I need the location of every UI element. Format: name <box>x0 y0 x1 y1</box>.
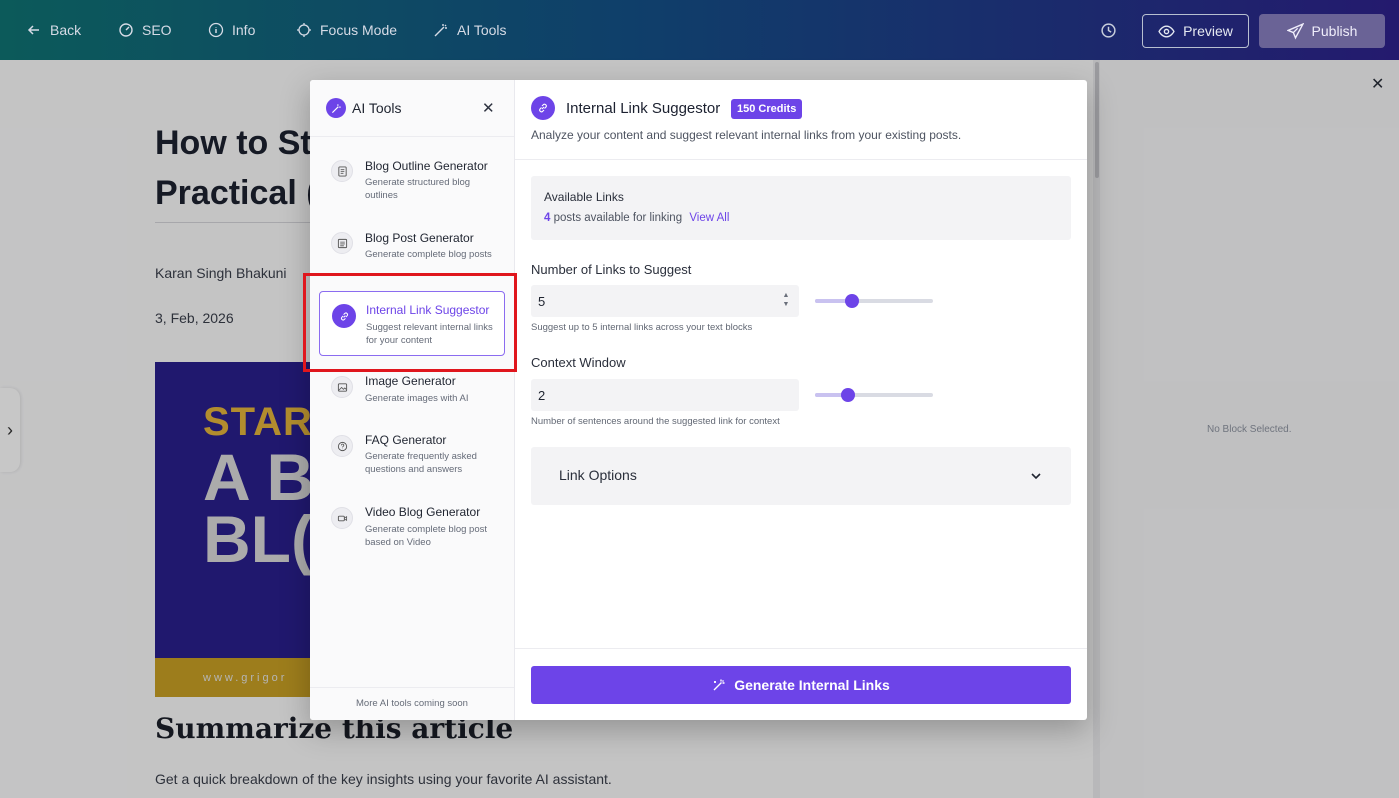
ai-tools-modal: AI Tools ✕ Blog Outline Generator Genera… <box>310 80 1087 720</box>
num-links-helper: Suggest up to 5 internal links across yo… <box>531 322 753 333</box>
publish-button[interactable]: Publish <box>1259 14 1385 48</box>
top-toolbar: Back SEO Info Focus Mode AI Tools Previe… <box>0 0 1399 60</box>
magic-wand-icon <box>713 679 725 691</box>
ai-tools-sidebar: AI Tools ✕ Blog Outline Generator Genera… <box>310 80 515 720</box>
tool-name: Video Blog Generator <box>365 505 481 519</box>
link-options-label: Link Options <box>559 467 637 483</box>
tool-title: Internal Link Suggestor <box>566 100 721 117</box>
credits-badge: 150 Credits <box>731 99 803 119</box>
tool-description: Generate structured blog outlines <box>365 177 471 201</box>
selection-highlight-box <box>303 273 517 372</box>
preview-button[interactable]: Preview <box>1142 14 1249 48</box>
document-icon <box>331 160 353 182</box>
generate-label: Generate Internal Links <box>734 677 890 693</box>
seo-button[interactable]: SEO <box>118 0 172 60</box>
tool-subtitle: Analyze your content and suggest relevan… <box>531 128 962 142</box>
generate-internal-links-button[interactable]: Generate Internal Links <box>531 666 1071 704</box>
tool-description: Generate images with AI <box>365 393 469 404</box>
image-icon <box>331 376 353 398</box>
list-icon <box>331 232 353 254</box>
info-icon <box>208 22 224 38</box>
sidebar-footer: More AI tools coming soon <box>310 687 514 720</box>
focus-mode-button[interactable]: Focus Mode <box>296 0 397 60</box>
num-links-input[interactable] <box>531 285 799 317</box>
tool-panel: Internal Link Suggestor 150 Credits Anal… <box>515 80 1087 720</box>
available-links-card: Available Links 4 posts available for li… <box>531 176 1071 240</box>
ai-tools-label: AI Tools <box>457 22 507 38</box>
context-window-slider[interactable] <box>815 388 933 402</box>
arrow-left-icon <box>27 25 39 35</box>
question-icon <box>331 435 353 457</box>
tool-description: Generate frequently asked questions and … <box>365 451 477 475</box>
tool-description: Generate complete blog post based on Vid… <box>365 524 487 548</box>
back-label: Back <box>50 22 82 38</box>
available-links-text: posts available for linking <box>553 212 683 224</box>
stepper-arrows-icon[interactable]: ▲ ▼ <box>781 291 791 311</box>
available-links-count: 4 <box>544 212 551 224</box>
tool-name: Blog Post Generator <box>365 231 474 245</box>
info-button[interactable]: Info <box>208 0 255 60</box>
publish-label: Publish <box>1311 23 1358 39</box>
tool-blog-outline-generator[interactable]: Blog Outline Generator Generate structur… <box>319 148 505 210</box>
available-links-title: Available Links <box>544 190 624 204</box>
tool-footer: Generate Internal Links <box>515 648 1087 720</box>
magic-wand-icon <box>434 24 447 37</box>
link-icon <box>531 96 555 120</box>
link-options-accordion[interactable]: Link Options <box>531 447 1071 505</box>
tool-description: Generate complete blog posts <box>365 249 492 260</box>
send-icon <box>1286 22 1304 40</box>
tool-name: Blog Outline Generator <box>365 159 488 173</box>
gauge-icon <box>119 23 133 37</box>
history-icon[interactable] <box>1100 22 1117 39</box>
tool-video-blog-generator[interactable]: Video Blog Generator Generate complete b… <box>319 495 505 557</box>
slider-thumb[interactable] <box>841 388 856 402</box>
focus-icon <box>297 23 311 37</box>
context-window-label: Context Window <box>531 355 626 370</box>
seo-label: SEO <box>142 22 172 38</box>
back-button[interactable]: Back <box>26 0 81 60</box>
sidebar-header: AI Tools ✕ <box>310 80 514 137</box>
slider-thumb[interactable] <box>844 294 859 308</box>
available-links-summary: 4 posts available for linking View All <box>544 212 729 224</box>
num-links-slider[interactable] <box>815 294 933 308</box>
tool-faq-generator[interactable]: FAQ Generator Generate frequently asked … <box>319 423 505 485</box>
modal-close-icon[interactable]: ✕ <box>482 99 495 117</box>
ai-tools-button[interactable]: AI Tools <box>433 0 507 60</box>
eye-icon <box>1158 24 1175 38</box>
tool-name: Image Generator <box>365 374 456 388</box>
num-links-label: Number of Links to Suggest <box>531 262 692 277</box>
tool-header: Internal Link Suggestor 150 Credits Anal… <box>515 80 1087 160</box>
tool-name: FAQ Generator <box>365 433 447 447</box>
focus-mode-label: Focus Mode <box>320 22 398 38</box>
view-all-link[interactable]: View All <box>689 212 729 224</box>
chevron-down-icon <box>1031 473 1041 480</box>
magic-wand-icon <box>326 98 346 118</box>
preview-label: Preview <box>1183 23 1233 39</box>
context-window-helper: Number of sentences around the suggested… <box>531 416 780 427</box>
info-label: Info <box>232 22 256 38</box>
video-icon <box>331 507 353 529</box>
sidebar-title: AI Tools <box>352 100 402 116</box>
context-window-input[interactable] <box>531 379 799 411</box>
